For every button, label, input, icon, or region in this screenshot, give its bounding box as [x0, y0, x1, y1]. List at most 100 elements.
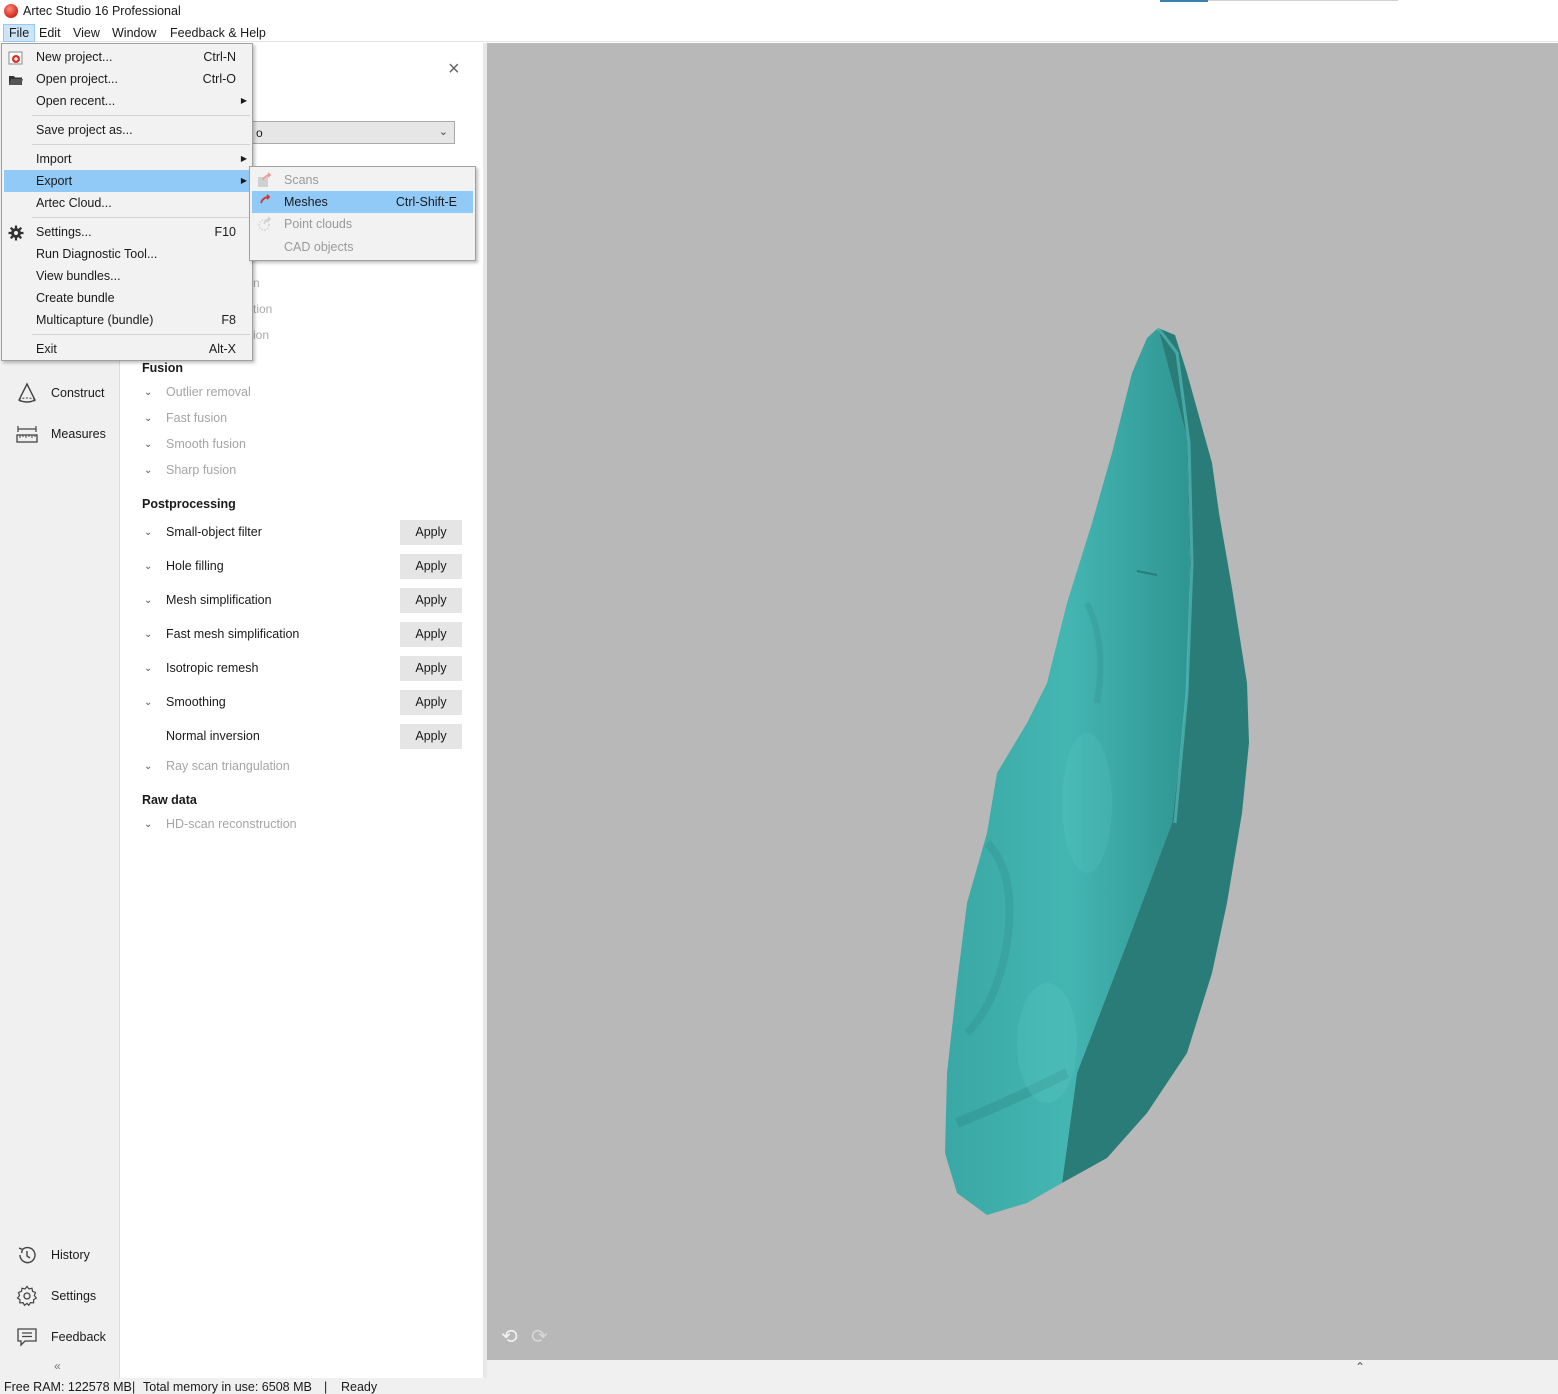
chevron-down-icon: ⌄ [144, 438, 153, 450]
menu-item-create-bundle[interactable]: Create bundle [4, 287, 250, 309]
apply-button[interactable]: Apply [400, 587, 462, 613]
menu-item-save-project-as[interactable]: Save project as... [4, 119, 250, 141]
menu-item-export[interactable]: Export ▶ [4, 170, 250, 192]
menu-item-shortcut: Ctrl-Shift-E [395, 195, 457, 209]
menu-item-multicapture[interactable]: Multicapture (bundle) F8 [4, 309, 250, 331]
menu-item-exit[interactable]: Exit Alt-X [4, 338, 250, 360]
submenu-arrow-icon: ▶ [240, 154, 247, 163]
export-meshes-icon [257, 194, 273, 210]
menu-view[interactable]: View [68, 24, 105, 42]
menu-item-label: Multicapture (bundle) [36, 313, 154, 327]
tool-fast-fusion[interactable]: ⌄ Fast fusion [142, 405, 462, 431]
menu-item-new-project[interactable]: New project... Ctrl-N [4, 46, 250, 68]
submenu-item-scans[interactable]: Scans [252, 169, 473, 191]
section-title-fusion: Fusion [142, 361, 183, 375]
tool-hd-scan-reconstruction[interactable]: ⌄ HD-scan reconstruction [142, 811, 462, 837]
tool-outlier-removal[interactable]: ⌄ Outlier removal [142, 379, 462, 405]
submenu-item-point-clouds[interactable]: Point clouds [252, 213, 473, 235]
tool-normal-inversion[interactable]: Normal inversion Apply [142, 723, 462, 749]
gear-icon [8, 225, 24, 241]
nav-construct[interactable]: Construct [0, 376, 120, 410]
menu-bar: File Edit View Window Feedback & Help [0, 22, 1558, 42]
apply-button[interactable]: Apply [400, 655, 462, 681]
section-title-postprocessing: Postprocessing [142, 497, 236, 511]
status-bar: Free RAM: 122578 MB | Total memory in us… [0, 1378, 1558, 1394]
menu-item-open-recent[interactable]: Open recent... ▶ [4, 90, 250, 112]
tool-label: Fast fusion [166, 411, 228, 425]
chevron-down-icon: ⌄ [144, 662, 153, 674]
export-point-clouds-icon [257, 216, 273, 232]
status-total-memory: Total memory in use: 6508 MB [143, 1380, 312, 1394]
menu-separator [32, 217, 250, 218]
menu-item-artec-cloud[interactable]: Artec Cloud... [4, 192, 250, 214]
export-submenu: Scans Meshes Ctrl-Shift-E Point clouds C… [249, 166, 476, 261]
tool-hole-filling[interactable]: ⌄ Hole filling Apply [142, 553, 462, 579]
tool-ray-scan-triangulation[interactable]: ⌄ Ray scan triangulation [142, 753, 462, 779]
titlebar-divider [1208, 0, 1398, 1]
tool-label: Fast mesh simplification [166, 627, 300, 641]
tool-isotropic-remesh[interactable]: ⌄ Isotropic remesh Apply [142, 655, 462, 681]
menu-file[interactable]: File [3, 24, 36, 42]
history-icon [15, 1243, 39, 1267]
menu-item-label: CAD objects [284, 240, 354, 254]
menu-item-label: Point clouds [284, 217, 353, 231]
target-dropdown[interactable]: o ⌄ [251, 121, 455, 144]
apply-button[interactable]: Apply [400, 689, 462, 715]
nav-measures[interactable]: Measures [0, 417, 120, 451]
menu-item-run-diagnostic-tool[interactable]: Run Diagnostic Tool... [4, 243, 250, 265]
menu-item-shortcut: F8 [221, 313, 236, 327]
tool-label: Smoothing [166, 695, 226, 709]
tool-mesh-simplification[interactable]: ⌄ Mesh simplification Apply [142, 587, 462, 613]
chevron-down-icon: ⌄ [144, 696, 153, 708]
tool-label: Normal inversion [166, 729, 260, 743]
target-dropdown-value: o [256, 126, 263, 140]
redo-icon[interactable]: ⟳ [531, 1327, 555, 1347]
tool-label: Isotropic remesh [166, 661, 259, 675]
chevron-down-icon: ⌄ [144, 386, 153, 398]
menu-window[interactable]: Window [107, 24, 161, 42]
section-title-raw-data: Raw data [142, 793, 197, 807]
menu-item-label: Create bundle [36, 291, 115, 305]
chevron-down-icon: ⌄ [144, 412, 153, 424]
menu-edit[interactable]: Edit [34, 24, 66, 42]
tool-label: Sharp fusion [166, 463, 237, 477]
collapse-nav-button[interactable]: « [54, 1359, 61, 1373]
tool-small-object-filter[interactable]: ⌄ Small-object filter Apply [142, 519, 462, 545]
3d-viewport[interactable]: ⟲ ⟳ [487, 43, 1558, 1360]
tool-smooth-fusion[interactable]: ⌄ Smooth fusion [142, 431, 462, 457]
apply-button[interactable]: Apply [400, 621, 462, 647]
expand-up-icon[interactable]: ⌃ [1355, 1360, 1365, 1374]
tool-smoothing[interactable]: ⌄ Smoothing Apply [142, 689, 462, 715]
window-title: Artec Studio 16 Professional [23, 4, 181, 18]
occluded-text: n [253, 276, 260, 290]
apply-button[interactable]: Apply [400, 723, 462, 749]
nav-feedback[interactable]: Feedback [0, 1320, 120, 1354]
menu-feedback-help[interactable]: Feedback & Help [165, 24, 271, 42]
mesh-model [945, 327, 1249, 1215]
title-bar: Artec Studio 16 Professional [0, 0, 1558, 22]
menu-item-shortcut: Ctrl-N [203, 50, 236, 64]
nav-feedback-label: Feedback [51, 1330, 106, 1344]
close-panel-icon[interactable]: × [448, 59, 460, 79]
chevron-down-icon: ⌄ [438, 126, 448, 138]
tool-label: HD-scan reconstruction [166, 817, 297, 831]
menu-item-view-bundles[interactable]: View bundles... [4, 265, 250, 287]
tool-sharp-fusion[interactable]: ⌄ Sharp fusion [142, 457, 462, 483]
status-separator: | [132, 1380, 136, 1394]
undo-icon[interactable]: ⟲ [501, 1327, 525, 1347]
tool-fast-mesh-simplification[interactable]: ⌄ Fast mesh simplification Apply [142, 621, 462, 647]
nav-settings[interactable]: Settings [0, 1279, 120, 1313]
menu-item-settings[interactable]: Settings... F10 [4, 221, 250, 243]
chevron-down-icon: ⌄ [144, 628, 153, 640]
submenu-item-cad-objects[interactable]: CAD objects [252, 236, 473, 258]
apply-button[interactable]: Apply [400, 519, 462, 545]
tool-label: Mesh simplification [166, 593, 272, 607]
menu-item-label: Save project as... [36, 123, 133, 137]
submenu-item-meshes[interactable]: Meshes Ctrl-Shift-E [252, 191, 473, 213]
menu-item-label: View bundles... [36, 269, 121, 283]
menu-item-label: Scans [284, 173, 319, 187]
menu-item-import[interactable]: Import ▶ [4, 148, 250, 170]
nav-history[interactable]: History [0, 1238, 120, 1272]
menu-item-open-project[interactable]: Open project... Ctrl-O [4, 68, 250, 90]
apply-button[interactable]: Apply [400, 553, 462, 579]
